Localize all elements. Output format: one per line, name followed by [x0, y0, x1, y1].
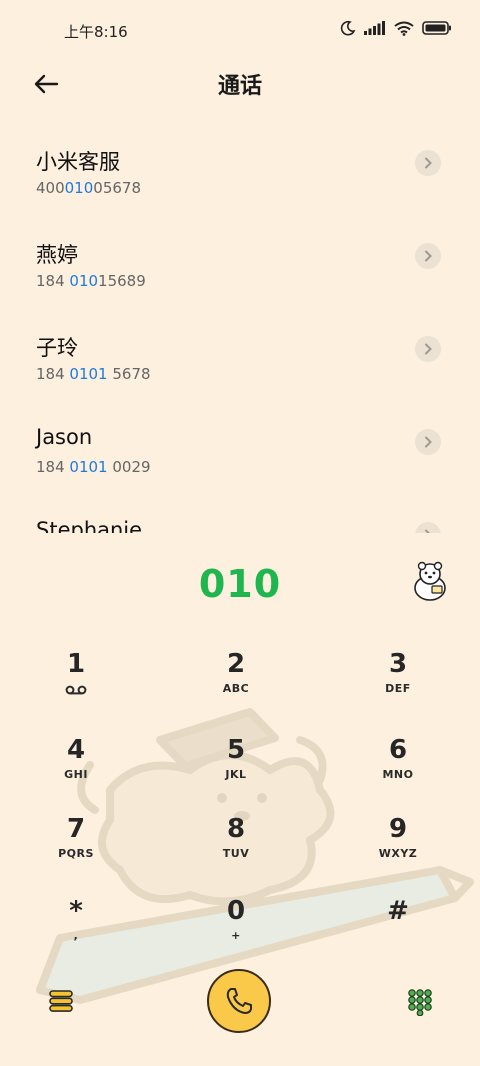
contact-item[interactable]: Stephanie [0, 500, 480, 533]
signal-icon [364, 21, 385, 35]
status-icons [340, 20, 452, 36]
chevron-right-icon [425, 436, 432, 448]
contact-number: 40001005678 [36, 179, 141, 197]
key-8[interactable]: 8 TUV [181, 813, 291, 883]
contact-detail-button[interactable] [415, 522, 441, 533]
contact-name: 小米客服 [36, 150, 120, 174]
number-match-highlight: 010 [69, 272, 99, 290]
number-match-highlight: 0101 [69, 458, 108, 476]
call-button[interactable] [207, 969, 271, 1033]
contact-detail-button[interactable] [415, 336, 441, 362]
contact-name: 燕婷 [36, 243, 78, 267]
keypad-toggle-button[interactable] [406, 988, 434, 1017]
key-7[interactable]: 7 PQRS [21, 813, 131, 883]
key-star[interactable]: * , [21, 895, 131, 965]
chevron-right-icon [425, 250, 432, 262]
contact-number: 184 01015689 [36, 272, 146, 290]
contact-name: 子玲 [36, 336, 78, 360]
key-4[interactable]: 4 GHI [21, 734, 131, 804]
key-0[interactable]: 0 + [181, 895, 291, 965]
key-6[interactable]: 6 MNO [343, 734, 453, 804]
contact-detail-button[interactable] [415, 243, 441, 269]
chevron-right-icon [425, 529, 430, 533]
contact-number: 184 0101 5678 [36, 365, 151, 383]
battery-icon [422, 21, 451, 35]
header: 通话 [0, 62, 480, 106]
voicemail-icon [65, 685, 87, 695]
contact-number: 184 0101 0029 [36, 458, 151, 476]
phone-icon [226, 988, 252, 1014]
bear-sticker-button[interactable] [410, 560, 450, 604]
contact-item[interactable]: 子玲 184 0101 5678 [0, 314, 480, 407]
menu-button[interactable] [48, 988, 74, 1014]
menu-icon [49, 990, 73, 1012]
dial-display: 010 [0, 558, 480, 614]
contact-detail-button[interactable] [415, 429, 441, 455]
page-title: 通话 [217, 74, 262, 99]
contact-item[interactable]: 小米客服 40001005678 [0, 128, 480, 221]
bear-sticker-icon [414, 561, 446, 601]
contact-name: Stephanie [36, 518, 143, 533]
chevron-right-icon [425, 157, 432, 169]
key-5[interactable]: 5 JKL [181, 734, 291, 804]
contact-name: Jason [36, 425, 93, 449]
key-1[interactable]: 1 [21, 648, 131, 718]
status-bar: 上午8:16 [0, 0, 480, 62]
key-9[interactable]: 9 WXYZ [343, 813, 453, 883]
number-match-highlight: 0101 [69, 365, 108, 383]
key-hash[interactable]: # [343, 895, 453, 965]
contact-item[interactable]: Jason 184 0101 0029 [0, 407, 480, 500]
contact-list: 小米客服 40001005678 燕婷 184 01015689 子玲 184 … [0, 128, 480, 533]
contact-detail-button[interactable] [415, 150, 441, 176]
chevron-right-icon [425, 343, 432, 355]
dialpad-icon [408, 989, 432, 1017]
status-time: 上午8:16 [64, 23, 128, 41]
wifi-icon [394, 21, 414, 36]
key-3[interactable]: 3 DEF [343, 648, 453, 718]
dialed-number: 010 [198, 562, 282, 606]
key-2[interactable]: 2 ABC [181, 648, 291, 718]
moon-icon [340, 20, 356, 36]
contact-item[interactable]: 燕婷 184 01015689 [0, 221, 480, 314]
number-match-highlight: 010 [64, 179, 94, 197]
